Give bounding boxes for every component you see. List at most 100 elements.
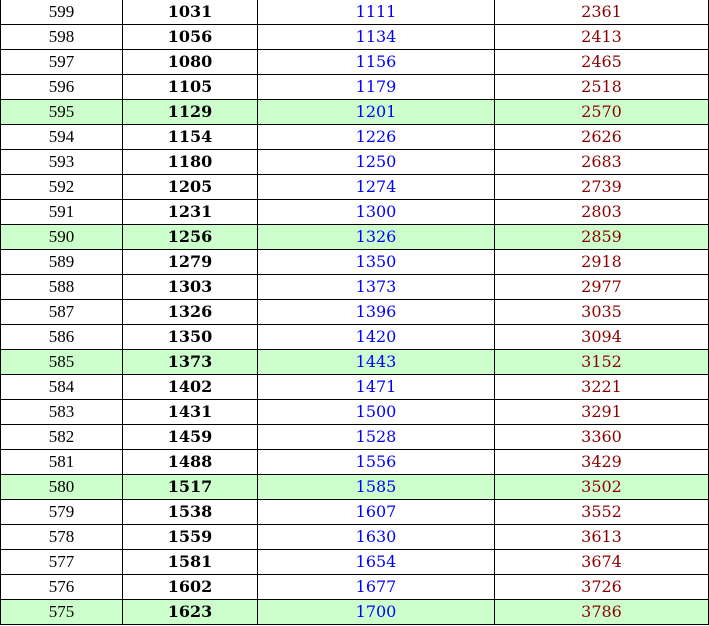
count-cell-3: 3291 (494, 399, 709, 425)
count-cell-1: 1231 (122, 199, 258, 225)
count-cell-3: 3360 (494, 424, 709, 450)
count-cell-2: 1654 (257, 549, 495, 575)
score-cell: 591 (0, 199, 123, 225)
count-cell-1: 1056 (122, 24, 258, 50)
count-cell-3: 3786 (494, 599, 709, 625)
count-cell-1: 1459 (122, 424, 258, 450)
count-cell-2: 1500 (257, 399, 495, 425)
count-cell-3: 3094 (494, 324, 709, 350)
count-cell-3: 2626 (494, 124, 709, 150)
count-cell-3: 3726 (494, 574, 709, 600)
count-cell-2: 1556 (257, 449, 495, 475)
count-cell-3: 3502 (494, 474, 709, 500)
score-cell: 579 (0, 499, 123, 525)
table-row: 589 1279 1350 2918 (0, 249, 709, 275)
count-cell-2: 1134 (257, 24, 495, 50)
count-cell-3: 2803 (494, 199, 709, 225)
score-cell: 576 (0, 574, 123, 600)
table-row: 590 1256 1326 2859 (0, 224, 709, 250)
count-cell-1: 1350 (122, 324, 258, 350)
count-cell-1: 1373 (122, 349, 258, 375)
table-row: 578 1559 1630 3613 (0, 524, 709, 550)
count-cell-3: 3429 (494, 449, 709, 475)
count-cell-2: 1630 (257, 524, 495, 550)
count-cell-1: 1602 (122, 574, 258, 600)
score-cell: 596 (0, 74, 123, 100)
count-cell-1: 1517 (122, 474, 258, 500)
score-cell: 586 (0, 324, 123, 350)
table-row: 597 1080 1156 2465 (0, 49, 709, 75)
count-cell-1: 1129 (122, 99, 258, 125)
score-cell: 590 (0, 224, 123, 250)
count-cell-3: 2739 (494, 174, 709, 200)
count-cell-2: 1396 (257, 299, 495, 325)
count-cell-1: 1031 (122, 0, 258, 25)
count-cell-1: 1154 (122, 124, 258, 150)
count-cell-2: 1607 (257, 499, 495, 525)
score-cell: 592 (0, 174, 123, 200)
count-cell-3: 3613 (494, 524, 709, 550)
table-row: 583 1431 1500 3291 (0, 399, 709, 425)
count-cell-1: 1559 (122, 524, 258, 550)
count-cell-3: 2413 (494, 24, 709, 50)
score-cell: 595 (0, 99, 123, 125)
count-cell-2: 1677 (257, 574, 495, 600)
count-cell-3: 2859 (494, 224, 709, 250)
count-cell-3: 2918 (494, 249, 709, 275)
score-cell: 585 (0, 349, 123, 375)
score-cell: 588 (0, 274, 123, 300)
count-cell-2: 1350 (257, 249, 495, 275)
count-cell-2: 1300 (257, 199, 495, 225)
score-cell: 583 (0, 399, 123, 425)
score-cell: 599 (0, 0, 123, 25)
count-cell-1: 1303 (122, 274, 258, 300)
score-cell: 577 (0, 549, 123, 575)
score-cell: 575 (0, 599, 123, 625)
count-cell-2: 1420 (257, 324, 495, 350)
count-cell-3: 3674 (494, 549, 709, 575)
table-row: 585 1373 1443 3152 (0, 349, 709, 375)
count-cell-2: 1700 (257, 599, 495, 625)
count-cell-3: 3552 (494, 499, 709, 525)
table-row: 586 1350 1420 3094 (0, 324, 709, 350)
table-row: 584 1402 1471 3221 (0, 374, 709, 400)
count-cell-2: 1443 (257, 349, 495, 375)
table-row: 593 1180 1250 2683 (0, 149, 709, 175)
count-cell-3: 2977 (494, 274, 709, 300)
count-cell-2: 1156 (257, 49, 495, 75)
count-cell-1: 1080 (122, 49, 258, 75)
count-cell-2: 1201 (257, 99, 495, 125)
table-row: 579 1538 1607 3552 (0, 499, 709, 525)
count-cell-1: 1326 (122, 299, 258, 325)
count-cell-1: 1431 (122, 399, 258, 425)
score-cell: 584 (0, 374, 123, 400)
table-row: 596 1105 1179 2518 (0, 74, 709, 100)
count-cell-2: 1226 (257, 124, 495, 150)
count-cell-2: 1274 (257, 174, 495, 200)
table-row: 592 1205 1274 2739 (0, 174, 709, 200)
count-cell-2: 1179 (257, 74, 495, 100)
table-row: 582 1459 1528 3360 (0, 424, 709, 450)
count-cell-2: 1111 (257, 0, 495, 25)
table-row: 577 1581 1654 3674 (0, 549, 709, 575)
count-cell-1: 1256 (122, 224, 258, 250)
count-cell-2: 1528 (257, 424, 495, 450)
count-cell-1: 1623 (122, 599, 258, 625)
table-row: 594 1154 1226 2626 (0, 124, 709, 150)
count-cell-1: 1279 (122, 249, 258, 275)
score-cell: 594 (0, 124, 123, 150)
count-cell-3: 2518 (494, 74, 709, 100)
score-cell: 580 (0, 474, 123, 500)
count-cell-2: 1471 (257, 374, 495, 400)
table-row: 581 1488 1556 3429 (0, 449, 709, 475)
count-cell-3: 2465 (494, 49, 709, 75)
count-cell-2: 1373 (257, 274, 495, 300)
table-row: 580 1517 1585 3502 (0, 474, 709, 500)
table-row: 598 1056 1134 2413 (0, 24, 709, 50)
table-row: 575 1623 1700 3786 (0, 599, 709, 625)
count-cell-1: 1402 (122, 374, 258, 400)
table-row: 588 1303 1373 2977 (0, 274, 709, 300)
table-row: 587 1326 1396 3035 (0, 299, 709, 325)
score-cell: 589 (0, 249, 123, 275)
count-cell-3: 3035 (494, 299, 709, 325)
